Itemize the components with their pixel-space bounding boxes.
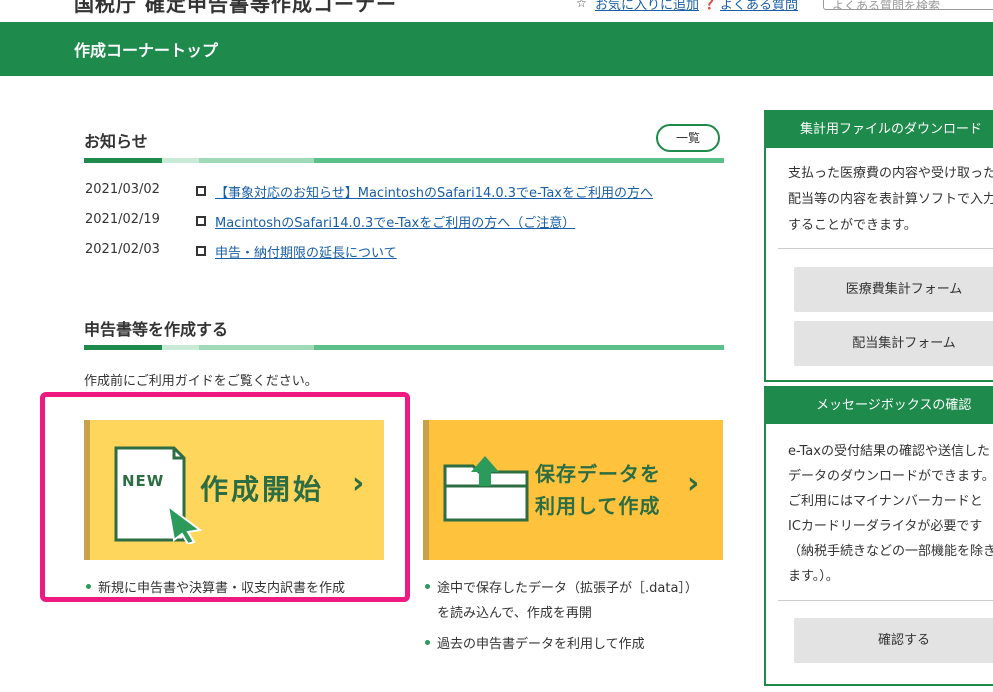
download-panel: 集計用ファイルのダウンロード 支払った医療費の内容や受け取った 配当等の内容を表… xyxy=(764,110,993,382)
document-icon xyxy=(196,246,206,256)
news-date: 2021/02/19 xyxy=(85,212,160,227)
download-text: 配当等の内容を表計算ソフトで入力 xyxy=(788,192,993,207)
news-title: お知らせ xyxy=(84,132,148,151)
site-title[interactable]: 国税庁 確定申告書等作成コーナー xyxy=(74,0,397,17)
bullet-icon xyxy=(425,584,430,589)
resume-card-label-line2: 利用して作成 xyxy=(535,494,661,518)
news-date: 2021/02/03 xyxy=(85,242,160,257)
favorite-link[interactable]: お気に入りに追加 xyxy=(595,0,699,13)
messagebox-text: ご利用にはマイナンバーカードと xyxy=(788,494,983,509)
download-text: することができます。 xyxy=(788,218,917,233)
document-icon xyxy=(196,216,206,226)
dividend-form-button[interactable]: 配当集計フォーム xyxy=(794,321,993,366)
create-underline xyxy=(84,345,724,350)
help-icon: ❓ xyxy=(702,0,717,10)
star-icon: ☆ xyxy=(576,0,587,10)
messagebox-text: ICカードリーダライタが必要です xyxy=(788,519,983,534)
bullet-icon xyxy=(425,640,430,645)
resume-card-label-line1: 保存データを xyxy=(535,462,661,486)
messagebox-panel-title: メッセージボックスの確認 xyxy=(766,388,993,424)
document-icon xyxy=(196,186,206,196)
news-more-button[interactable]: 一覧 xyxy=(656,124,720,152)
guide-text: 作成前にご利用ガイドをご覧ください。 xyxy=(84,374,318,389)
divider xyxy=(778,248,993,249)
news-underline xyxy=(84,158,724,163)
site-header: 国税庁 確定申告書等作成コーナー ☆ お気に入りに追加 ❓ よくある質問 よくあ… xyxy=(0,0,993,22)
messagebox-text: ます。）。 xyxy=(788,569,839,584)
news-link[interactable]: 【事象対応のお知らせ】MacintoshのSafari14.0.3でe-Taxを… xyxy=(215,182,653,201)
check-messages-button[interactable]: 確認する xyxy=(794,618,993,663)
chevron-right-icon: › xyxy=(687,466,700,501)
breadcrumb[interactable]: 作成コーナートップ xyxy=(74,37,218,61)
faq-link[interactable]: よくある質問 xyxy=(720,0,798,13)
messagebox-text: データのダウンロードができます。 xyxy=(788,469,993,484)
news-link[interactable]: 申告・納付期限の延長について xyxy=(215,242,397,261)
resume-from-data-button[interactable]: 保存データを 利用して作成 › xyxy=(423,420,723,560)
download-text: 支払った医療費の内容や受け取った xyxy=(788,166,993,181)
medical-expense-form-button[interactable]: 医療費集計フォーム xyxy=(794,267,993,312)
news-date: 2021/03/02 xyxy=(85,182,160,197)
create-title: 申告書等を作成する xyxy=(84,320,229,339)
messagebox-panel: メッセージボックスの確認 e-Taxの受付結果の確認や送信した データのダウンロ… xyxy=(764,386,993,686)
folder-upload-icon xyxy=(443,456,529,522)
highlight-frame xyxy=(40,392,410,602)
search-input[interactable]: よくある質問を検索 xyxy=(823,0,993,10)
download-panel-title: 集計用ファイルのダウンロード xyxy=(766,112,993,148)
messagebox-text: （納税手続きなどの一部機能を除き xyxy=(788,544,993,559)
resume-card-description: 過去の申告書データを利用して作成 xyxy=(437,637,645,652)
resume-card-description: 途中で保存したデータ（拡張子が［.data］） xyxy=(437,581,698,596)
news-link[interactable]: MacintoshのSafari14.0.3でe-Taxをご利用の方へ（ご注意） xyxy=(215,212,575,231)
resume-card-description: を読み込んで、作成を再開 xyxy=(437,606,592,621)
messagebox-text: e-Taxの受付結果の確認や送信した xyxy=(788,444,990,459)
divider xyxy=(778,600,993,601)
